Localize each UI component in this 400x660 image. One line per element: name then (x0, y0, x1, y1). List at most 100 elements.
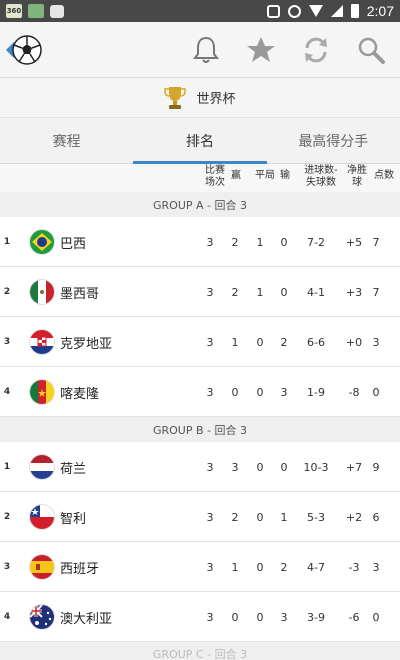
group-header: GROUP B - 回合 3 (0, 417, 400, 442)
goals: 10-3 (303, 460, 329, 474)
won: 0 (231, 610, 239, 624)
lost: 3 (280, 385, 288, 399)
table-row[interactable]: 4 澳大利亚 3 0 0 3 3-9 -6 0 (0, 592, 400, 642)
team-name: 克罗地亚 (60, 336, 113, 352)
goal-diff: +2 (345, 510, 363, 524)
played: 3 (206, 510, 214, 524)
cameroon-flag-icon (30, 380, 54, 404)
won: 3 (231, 460, 239, 474)
status-bar: 360 2:07 (0, 0, 400, 22)
table-row[interactable]: 4 喀麦隆 3 0 0 3 1-9 -8 0 (0, 367, 400, 417)
col-won: 赢 (231, 170, 241, 181)
table-row[interactable]: 2 智利 3 2 0 1 5-3 +2 6 (0, 492, 400, 542)
played: 3 (206, 460, 214, 474)
team-name: 墨西哥 (60, 286, 100, 302)
col-drawn: 平局 (255, 170, 275, 181)
played: 3 (206, 285, 214, 299)
table-row[interactable]: 2 墨西哥 3 2 1 0 4-1 +3 7 (0, 267, 400, 317)
battery-icon (350, 4, 359, 18)
rank: 2 (3, 512, 11, 522)
drawn: 0 (256, 610, 264, 624)
lost: 1 (280, 510, 288, 524)
app-notification-icon: 360 (6, 4, 22, 18)
competition-title: 世界杯 (0, 78, 400, 118)
netherlands-flag-icon (30, 455, 54, 479)
tab-bar: 赛程 排名 最高得分手 (0, 118, 400, 164)
mexico-flag-icon (30, 280, 54, 304)
lost: 0 (280, 285, 288, 299)
goal-diff: -8 (348, 385, 360, 399)
goals: 7-2 (307, 235, 325, 249)
goal-diff: -6 (348, 610, 360, 624)
lost: 0 (280, 235, 288, 249)
rank: 1 (3, 462, 11, 472)
played: 3 (206, 610, 214, 624)
goal-diff: +5 (345, 235, 363, 249)
col-goals: 进球数-失球数 (304, 165, 338, 188)
rank: 3 (3, 562, 11, 572)
points: 7 (372, 235, 380, 249)
points: 0 (372, 385, 380, 399)
refresh-icon[interactable] (300, 34, 332, 66)
played: 3 (206, 335, 214, 349)
col-goal-diff: 净胜球 (347, 165, 367, 188)
rank: 1 (3, 237, 11, 247)
drawn: 0 (256, 510, 264, 524)
lost: 2 (280, 335, 288, 349)
table-row[interactable]: 1 荷兰 3 3 0 0 10-3 +7 9 (0, 442, 400, 492)
points: 0 (372, 610, 380, 624)
drawn: 0 (256, 335, 264, 349)
app-logo-icon[interactable] (4, 32, 44, 68)
page-title: 世界杯 (196, 92, 236, 107)
team-name: 巴西 (60, 236, 87, 252)
australia-flag-icon (30, 605, 54, 629)
drawn: 1 (256, 235, 264, 249)
app-bar (0, 22, 400, 78)
croatia-flag-icon (30, 330, 54, 354)
won: 2 (231, 235, 239, 249)
goals: 4-1 (307, 285, 325, 299)
clock: 2:07 (366, 3, 394, 19)
goals: 4-7 (307, 560, 325, 574)
search-icon[interactable] (355, 34, 387, 66)
won: 2 (231, 510, 239, 524)
won: 1 (231, 335, 239, 349)
android-icon (50, 4, 64, 18)
points: 3 (372, 335, 380, 349)
tab-schedule[interactable]: 赛程 (0, 118, 133, 163)
points: 6 (372, 510, 380, 524)
tab-standings[interactable]: 排名 (133, 118, 267, 164)
played: 3 (206, 235, 214, 249)
goals: 3-9 (307, 610, 325, 624)
alarm-icon (287, 4, 301, 18)
bell-icon[interactable] (190, 34, 222, 66)
standings-list: GROUP A - 回合 3 1 巴西 3 2 1 0 7-2 +5 7 2 墨… (0, 192, 400, 660)
star-icon[interactable] (245, 34, 277, 66)
col-points: 点数 (374, 170, 394, 181)
drawn: 0 (256, 460, 264, 474)
points: 7 (372, 285, 380, 299)
spain-flag-icon (30, 555, 54, 579)
table-row[interactable]: 3 西班牙 3 1 0 2 4-7 -3 3 (0, 542, 400, 592)
team-name: 西班牙 (60, 561, 100, 577)
rank: 4 (3, 387, 11, 397)
tab-top-scorers[interactable]: 最高得分手 (267, 118, 400, 163)
signal-icon (330, 5, 343, 17)
table-row[interactable]: 1 巴西 3 2 1 0 7-2 +5 7 (0, 217, 400, 267)
app-notification-icon-2 (28, 4, 44, 18)
won: 0 (231, 385, 239, 399)
vibrate-icon (266, 4, 280, 18)
rank: 4 (3, 612, 11, 622)
table-row[interactable]: 3 克罗地亚 3 1 0 2 6-6 +0 3 (0, 317, 400, 367)
group-header: GROUP C - 回合 3 (0, 642, 400, 660)
brazil-flag-icon (30, 230, 54, 254)
team-name: 智利 (60, 511, 87, 527)
rank: 2 (3, 287, 11, 297)
played: 3 (206, 385, 214, 399)
drawn: 0 (256, 385, 264, 399)
goals: 1-9 (307, 385, 325, 399)
drawn: 1 (256, 285, 264, 299)
won: 2 (231, 285, 239, 299)
won: 1 (231, 560, 239, 574)
col-lost: 输 (280, 170, 290, 181)
